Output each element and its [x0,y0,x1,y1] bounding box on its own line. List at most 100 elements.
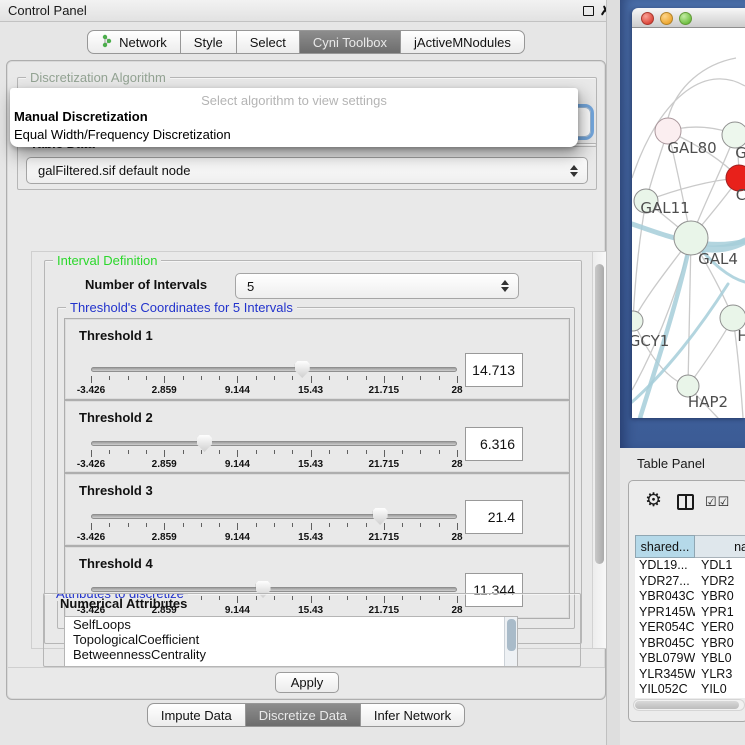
threshold-slider-track[interactable] [91,587,457,592]
close-window-icon[interactable] [641,12,654,25]
GCY1-node[interactable] [632,311,643,331]
table-row[interactable]: YBR045CYBR0 [635,636,745,652]
scrollbar-thumb[interactable] [635,701,739,709]
cell-shared-name[interactable]: YBR043C [635,589,695,605]
settings-vertical-scrollbar[interactable] [592,252,606,648]
cell-shared-name[interactable]: YDR27... [635,574,695,590]
attributes-group: Attributes to discretize Numerical Attri… [43,593,581,667]
cyni-toolbox-panel: Discretization Algorithm Table Data galF… [6,60,606,700]
cell-shared-name[interactable]: YIL052C [635,682,695,698]
tick-mark [292,450,293,454]
cell-name[interactable]: YDL1 [695,558,745,574]
numerical-attributes-list[interactable]: SelfLoopsTopologicalCoefficientBetweenne… [64,616,518,667]
tick-mark [347,376,348,380]
tick-mark [329,450,330,454]
float-panel-icon[interactable] [583,6,594,16]
threshold-value-field[interactable]: 6.316 [465,427,523,461]
cell-shared-name[interactable]: YBR045C [635,636,695,652]
scrollbar-thumb[interactable] [595,264,604,564]
tick-label: 28 [451,459,462,470]
list-vertical-scrollbar[interactable] [504,617,517,667]
tick-mark [237,376,238,383]
tab-cyni-toolbox[interactable]: Cyni Toolbox [299,30,401,54]
table-data-combobox[interactable]: galFiltered.sif default node [26,157,588,184]
network-window-titlebar[interactable] [632,8,745,28]
threshold-value-field[interactable]: 14.713 [465,353,523,387]
attribute-list-item[interactable]: BetweennessCentrality [65,647,517,662]
tab-style[interactable]: Style [180,30,237,54]
tick-label: 2.859 [152,532,177,543]
algorithm-option-manual[interactable]: Manual Discretization [14,109,148,124]
tab-label: jActiveMNodules [414,35,511,50]
panel-divider[interactable] [606,0,620,745]
threshold-panel-2: Threshold 2-3.4262.8599.14415.4321.71528… [64,400,570,473]
tab-select[interactable]: Select [236,30,300,54]
tick-label: -3.426 [77,385,105,396]
interval-definition-title: Interval Definition [53,253,161,268]
cell-name[interactable]: YPR1 [695,605,745,621]
threshold-slider-track[interactable] [91,514,457,519]
algorithm-hint-item: Select algorithm to view settings [10,93,578,108]
split-columns-icon[interactable] [677,494,694,510]
cell-name[interactable]: YIL0 [695,682,745,698]
table-row[interactable]: YIL052CYIL0 [635,682,745,698]
table-horizontal-scrollbar[interactable] [633,699,745,711]
cell-name[interactable]: YLR3 [695,667,745,683]
table-row[interactable]: YDR27...YDR2 [635,574,745,590]
cell-shared-name[interactable]: YPR145W [635,605,695,621]
table-row[interactable]: YLR345WYLR3 [635,667,745,683]
attribute-list-item[interactable]: SelfLoops [65,617,517,632]
tick-mark [457,523,458,530]
cell-name[interactable]: YBL0 [695,651,745,667]
tick-mark [256,450,257,454]
tab-impute-data[interactable]: Impute Data [147,703,246,727]
app-window: Control Panel ✗ NetworkStyleSelectCyni T… [0,0,745,745]
attribute-list-item[interactable]: TopologicalCoefficient [65,632,517,647]
threshold-value-field[interactable]: 21.4 [465,500,523,534]
discretization-algorithm-group-title: Discretization Algorithm [26,70,170,85]
select-columns-icon[interactable]: ☑☑ [705,494,730,510]
threshold-slider-track[interactable] [91,367,457,372]
tick-mark [256,523,257,527]
column-header-shared-name[interactable]: shared... [635,535,695,558]
number-of-intervals-combobox[interactable]: 5 [235,273,519,299]
cell-name[interactable]: YBR0 [695,636,745,652]
table-header-row: shared... na [635,535,745,558]
node-label-G: G [735,144,745,162]
cell-shared-name[interactable]: YER054C [635,620,695,636]
apply-button[interactable]: Apply [275,672,339,693]
minimize-window-icon[interactable] [660,12,673,25]
slider-ticks [91,376,457,384]
cell-shared-name[interactable]: YBL079W [635,651,695,667]
cell-name[interactable]: YDR2 [695,574,745,590]
scrollbar-thumb[interactable] [507,619,516,651]
algorithm-option-equal-width[interactable]: Equal Width/Frequency Discretization [14,127,231,142]
table-data-group: Table Data galFiltered.sif default node [17,143,597,190]
node-label-GAL11: GAL11 [640,199,689,217]
table-panel-header: Table Panel [620,448,745,480]
table-row[interactable]: YBR043CYBR0 [635,589,745,605]
tick-mark [183,376,184,380]
tab-infer-network[interactable]: Infer Network [360,703,465,727]
tab-jactivemnodules[interactable]: jActiveMNodules [400,30,525,54]
node-label-GAL80: GAL80 [667,139,716,157]
tick-mark [183,523,184,527]
tick-mark [347,450,348,454]
table-row[interactable]: YPR145WYPR1 [635,605,745,621]
zoom-window-icon[interactable] [679,12,692,25]
table-row[interactable]: YBL079WYBL0 [635,651,745,667]
gear-icon[interactable]: ⚙ [645,491,662,510]
cell-name[interactable]: YBR0 [695,589,745,605]
cell-shared-name[interactable]: YLR345W [635,667,695,683]
network-view-window: GAL80GCGAL11GAL4GCY1HHAP2 [632,8,745,418]
cell-shared-name[interactable]: YDL19... [635,558,695,574]
threshold-slider-track[interactable] [91,441,457,446]
column-header-name[interactable]: na [695,535,745,558]
tab-network[interactable]: Network [87,30,181,54]
threshold-label: Threshold 4 [79,556,153,571]
tab-discretize-data[interactable]: Discretize Data [245,703,361,727]
network-canvas[interactable]: GAL80GCGAL11GAL4GCY1HHAP2 [632,28,745,418]
cell-name[interactable]: YER0 [695,620,745,636]
table-row[interactable]: YDL19...YDL1 [635,558,745,574]
table-row[interactable]: YER054CYER0 [635,620,745,636]
